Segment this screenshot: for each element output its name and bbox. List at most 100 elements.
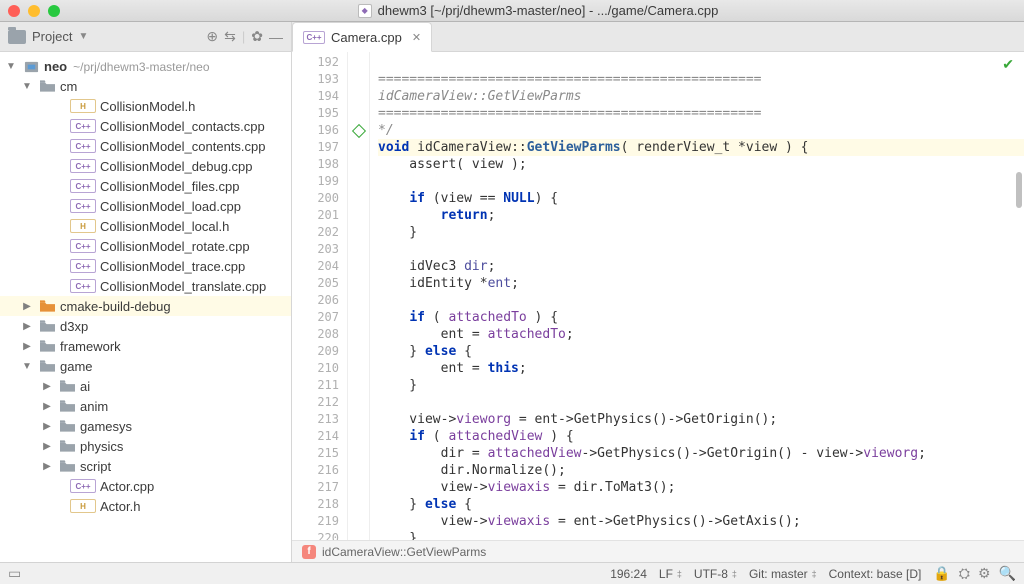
file-label: Actor.h — [100, 499, 291, 514]
expand-icon[interactable] — [40, 401, 54, 412]
line-separator[interactable]: LF ‡ — [659, 567, 682, 581]
window-title: ◆ dhewm3 [~/prj/dhewm3-master/neo] - ...… — [60, 3, 1016, 18]
folder-label: ai — [80, 379, 291, 394]
tab-camera-cpp[interactable]: C++ Camera.cpp ✕ — [292, 22, 432, 52]
inspection-ok-icon[interactable]: ✔ — [1002, 56, 1014, 73]
tree-folder[interactable]: d3xp — [0, 316, 291, 336]
maximize-button[interactable] — [48, 5, 60, 17]
sidebar-title[interactable]: Project — [32, 29, 72, 44]
tree-folder[interactable]: cmake-build-debug — [0, 296, 291, 316]
editor-body[interactable]: 1921931941951961971981992002012022032042… — [292, 52, 1024, 540]
editor-area: C++ Camera.cpp ✕ 19219319419519619719819… — [292, 22, 1024, 562]
expand-icon[interactable] — [40, 441, 54, 452]
close-icon[interactable]: ✕ — [412, 31, 421, 44]
memory-icon[interactable]: ⚙ — [978, 565, 991, 582]
file-label: CollisionModel_trace.cpp — [100, 259, 291, 274]
tree-folder[interactable]: script — [0, 456, 291, 476]
git-branch[interactable]: Git: master ‡ — [749, 567, 817, 581]
cpp-icon: C++ — [70, 179, 96, 193]
title-path: [~/prj/dhewm3-master/neo] — [430, 3, 585, 18]
folder-icon — [58, 460, 76, 472]
tree-file[interactable]: HCollisionModel.h — [0, 96, 291, 116]
line-gutter[interactable]: 1921931941951961971981992002012022032042… — [292, 52, 348, 540]
expand-icon[interactable] — [4, 61, 18, 72]
file-label: CollisionModel_debug.cpp — [100, 159, 291, 174]
function-icon: f — [302, 545, 316, 559]
file-label: CollisionModel.h — [100, 99, 291, 114]
scrollbar-thumb[interactable] — [1016, 172, 1022, 208]
override-marker-icon[interactable] — [351, 123, 365, 137]
expand-icon[interactable] — [40, 461, 54, 472]
code-viewport[interactable]: ========================================… — [370, 52, 1024, 540]
folder-label: physics — [80, 439, 291, 454]
tree-folder-cm[interactable]: cm — [0, 76, 291, 96]
cpp-icon: C++ — [70, 199, 96, 213]
tree-file[interactable]: C++CollisionModel_contacts.cpp — [0, 116, 291, 136]
title-project: dhewm3 — [378, 3, 427, 18]
close-button[interactable] — [8, 5, 20, 17]
cpp-icon: C++ — [70, 279, 96, 293]
layout-icon[interactable]: ▭ — [8, 565, 21, 582]
encoding[interactable]: UTF-8 ‡ — [694, 567, 737, 581]
tree-file[interactable]: C++CollisionModel_load.cpp — [0, 196, 291, 216]
tree-folder[interactable]: framework — [0, 336, 291, 356]
target-icon[interactable]: ⊕ — [206, 28, 218, 45]
project-tree[interactable]: neo~/prj/dhewm3-master/neo cm HCollision… — [0, 52, 291, 562]
file-label: CollisionModel_rotate.cpp — [100, 239, 291, 254]
caret-position[interactable]: 196:24 — [610, 567, 647, 581]
tree-folder[interactable]: gamesys — [0, 416, 291, 436]
context[interactable]: Context: base [D] — [829, 567, 922, 581]
folder-icon — [58, 380, 76, 392]
lock-icon[interactable]: 🔒 — [933, 565, 950, 582]
expand-icon[interactable] — [40, 421, 54, 432]
search-icon[interactable]: 🔍 — [999, 565, 1016, 582]
minimize-button[interactable] — [28, 5, 40, 17]
tree-file[interactable]: C++ CollisionModel_debug.cpp — [0, 156, 291, 176]
folder-label: cm — [60, 79, 291, 94]
tree-file[interactable]: C++CollisionModel_contents.cpp — [0, 136, 291, 156]
tree-file[interactable]: C++CollisionModel_trace.cpp — [0, 256, 291, 276]
h-icon: H — [70, 499, 96, 513]
project-sidebar: Project ▼ ⊕ ⇆ | ✿ — neo ~/prj/dhewm3-mast… — [0, 22, 292, 562]
expand-icon[interactable] — [20, 301, 34, 312]
folder-icon — [58, 420, 76, 432]
folder-icon — [38, 320, 56, 332]
tree-folder[interactable]: anim — [0, 396, 291, 416]
expand-icon[interactable] — [20, 81, 34, 92]
expand-icon[interactable] — [20, 321, 34, 332]
collapse-icon[interactable]: ⇆ — [224, 28, 236, 45]
cpp-icon: C++ — [70, 119, 96, 133]
root-hint: ~/prj/dhewm3-master/neo — [73, 60, 209, 74]
tree-file[interactable]: C++CollisionModel_translate.cpp — [0, 276, 291, 296]
expand-icon[interactable] — [20, 341, 34, 352]
tree-file[interactable]: C++Actor.cpp — [0, 476, 291, 496]
people-icon[interactable]: ⛭ — [959, 565, 970, 582]
tree-file[interactable]: C++ CollisionModel_rotate.cpp — [0, 236, 291, 256]
tree-file[interactable]: C++CollisionModel_files.cpp — [0, 176, 291, 196]
expand-icon[interactable] — [20, 361, 34, 372]
tree-root[interactable]: neo ~/prj/dhewm3-master/neo — [0, 56, 291, 76]
cpp-icon: C++ — [70, 139, 96, 153]
tree-file[interactable]: H Actor.h — [0, 496, 291, 516]
expand-icon[interactable] — [40, 381, 54, 392]
sidebar-header: Project ▼ ⊕ ⇆ | ✿ — — [0, 22, 291, 52]
cpp-icon: C++ — [70, 159, 96, 173]
project-icon: ◆ — [358, 4, 372, 18]
tree-folder[interactable]: physics — [0, 436, 291, 456]
gear-icon[interactable]: ✿ — [251, 28, 263, 45]
folder-icon — [38, 300, 56, 312]
hide-icon[interactable]: — — [269, 29, 283, 45]
tree-folder[interactable]: ai — [0, 376, 291, 396]
folder-label: anim — [80, 399, 291, 414]
dropdown-icon[interactable]: ▼ — [78, 31, 88, 42]
folder-label: script — [80, 459, 291, 474]
root-name: neo — [44, 59, 67, 74]
tree-file[interactable]: HCollisionModel_local.h — [0, 216, 291, 236]
window-titlebar: ◆ dhewm3 [~/prj/dhewm3-master/neo] - ...… — [0, 0, 1024, 22]
cpp-icon: C++ — [70, 239, 96, 253]
marker-gutter[interactable] — [348, 52, 370, 540]
tree-folder-game[interactable]: game — [0, 356, 291, 376]
folder-label: cmake-build-debug — [60, 299, 291, 314]
breadcrumb[interactable]: f idCameraView::GetViewParms — [292, 540, 1024, 562]
file-label: CollisionModel_local.h — [100, 219, 291, 234]
